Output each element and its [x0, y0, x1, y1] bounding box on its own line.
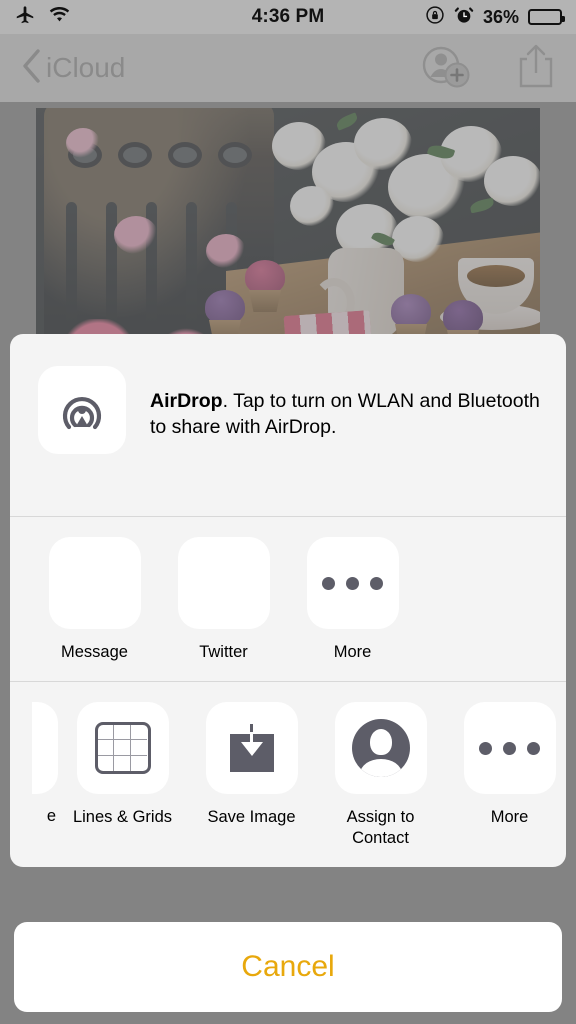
action-item-label: Save Image — [207, 808, 296, 826]
rotation-lock-icon — [425, 5, 445, 30]
action-item-label: Assign to Contact — [346, 808, 415, 847]
cancel-button-label: Cancel — [241, 950, 335, 983]
status-bar: 4:36 PM 36% — [0, 0, 576, 34]
cancel-button[interactable]: Cancel — [14, 922, 562, 1012]
navigation-bar: iCloud — [0, 34, 576, 102]
save-image-icon — [205, 702, 298, 794]
alarm-clock-icon — [454, 5, 474, 30]
action-item-assign-to-contact[interactable]: Assign to Contact — [316, 702, 445, 849]
action-item-label: Lines & Grids — [72, 808, 173, 826]
action-item-more[interactable]: More — [445, 702, 566, 828]
action-item-partial-label: e — [46, 807, 56, 825]
share-target-more[interactable]: More — [288, 537, 417, 663]
assign-contact-icon — [334, 702, 427, 794]
share-target-label: Twitter — [199, 643, 248, 661]
back-button-label: iCloud — [46, 52, 126, 83]
share-target-label: More — [333, 643, 372, 661]
airdrop-icon[interactable] — [38, 366, 126, 454]
airdrop-section[interactable]: AirDrop. Tap to turn on WLAN and Bluetoo… — [10, 334, 566, 516]
action-item-save-image[interactable]: Save Image — [187, 702, 316, 828]
share-target-twitter[interactable]: Twitter — [159, 537, 288, 663]
action-item-lines-and-grids[interactable]: Lines & Grids — [58, 702, 187, 828]
more-dots-icon — [463, 702, 556, 794]
share-icon[interactable] — [516, 42, 556, 95]
chevron-left-icon — [20, 48, 42, 89]
battery-percent-label: 36% — [482, 6, 519, 27]
messages-app-icon — [48, 537, 141, 629]
battery-icon — [528, 9, 565, 25]
action-row[interactable]: e Lines & Grids Save Image Assign to Con… — [10, 682, 566, 867]
app-share-row[interactable]: Message Twitter More — [10, 517, 566, 681]
airdrop-message: AirDrop. Tap to turn on WLAN and Bluetoo… — [150, 366, 542, 440]
share-target-label: Message — [61, 643, 128, 661]
share-target-message[interactable]: Message — [30, 537, 159, 663]
action-item-label: More — [490, 808, 529, 826]
share-sheet: AirDrop. Tap to turn on WLAN and Bluetoo… — [10, 334, 566, 867]
airdrop-title: AirDrop — [150, 390, 223, 412]
twitter-app-icon — [177, 537, 270, 629]
grid-icon — [76, 702, 169, 794]
iphone-screen: 4:36 PM 36% iCloud AirDrop. Tap to turn … — [0, 0, 576, 1024]
add-person-icon[interactable] — [420, 44, 472, 93]
more-dots-icon — [306, 537, 399, 629]
back-button[interactable]: iCloud — [20, 48, 125, 89]
